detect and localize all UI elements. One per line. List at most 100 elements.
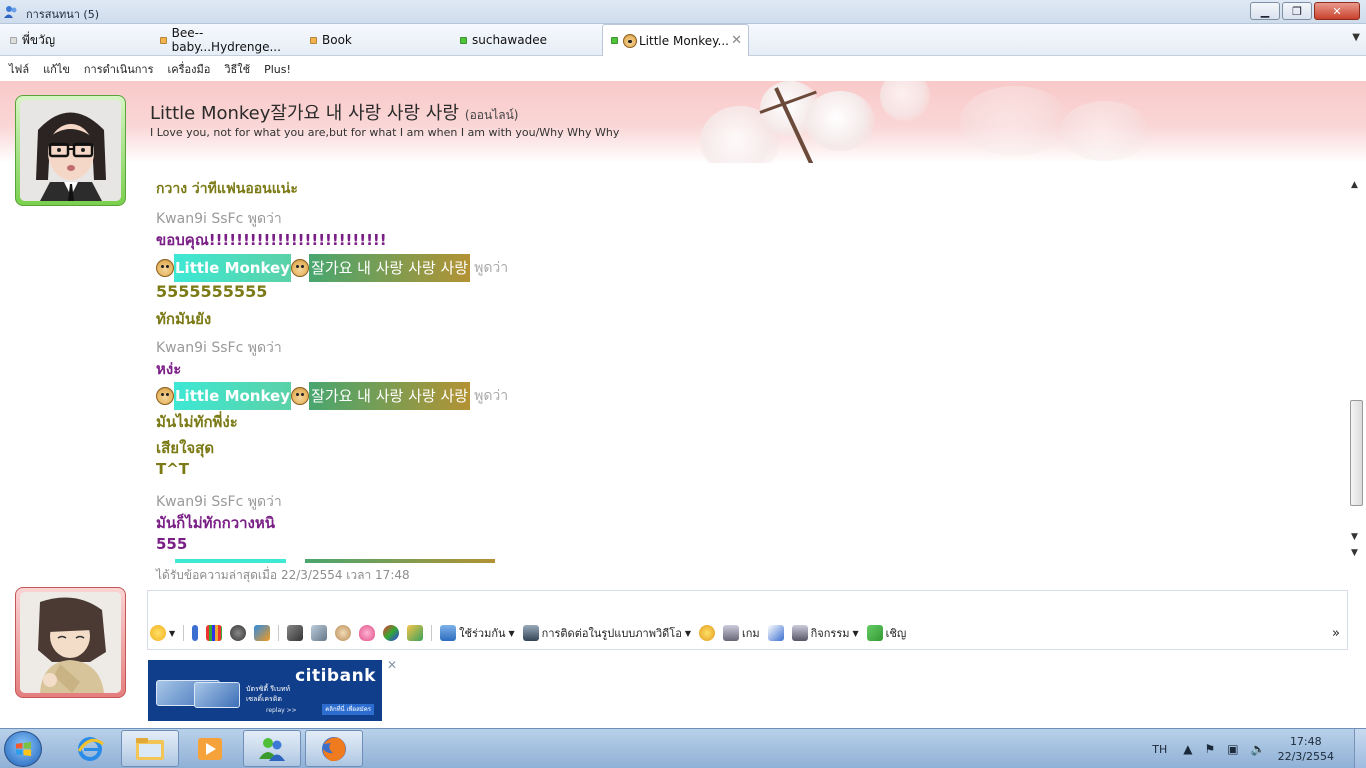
window-title: การสนทนา (5): [26, 8, 100, 21]
chevron-down-icon: ▼: [684, 628, 691, 638]
scroll-down-icon[interactable]: ▼: [1351, 532, 1358, 542]
tab-conversation-1[interactable]: พี่ขวัญ: [2, 24, 152, 56]
system-message: กวาง ว่าทีแฟนออนแน่ะ: [156, 181, 298, 197]
photo-share-icon[interactable]: [407, 625, 424, 641]
action-center-flag-icon[interactable]: ⚑: [1205, 742, 1216, 756]
message-text: มันไม่ทักพี่ง่ะ: [156, 413, 238, 431]
tab-conversation-4[interactable]: suchawadee: [452, 24, 602, 56]
games-label: เกม: [741, 627, 760, 640]
start-button[interactable]: [4, 731, 42, 767]
nickname-fragment: [305, 559, 495, 563]
chevron-down-icon: ▼: [852, 628, 859, 638]
messenger-taskbar-button[interactable]: [243, 730, 301, 767]
tab-conversation-5[interactable]: Little Monkey... ✕: [602, 24, 749, 56]
message-sender-nickname: Little Monkey 잘가요 내 사랑 사랑 사랑 พูดว่า: [156, 382, 508, 410]
conversation-toolbar: ▼ ใช้ร่วมกัน ▼ การติดต่อในรูปแบบภาพวิดีโอ…: [150, 620, 1346, 646]
status-icon: [310, 36, 317, 44]
show-hidden-icons-icon[interactable]: ▲: [1183, 742, 1192, 756]
menu-actions[interactable]: การดำเนินการ: [84, 60, 154, 78]
internet-explorer-icon: [77, 736, 104, 761]
tab-conversation-2[interactable]: Bee--baby...Hydrenge...: [152, 24, 302, 56]
menu-file[interactable]: ไฟล์: [9, 60, 29, 78]
toolbar-separator: [183, 625, 185, 641]
scroll-end-icon[interactable]: ▼: [1351, 548, 1358, 558]
handwriting-icon[interactable]: [287, 625, 304, 641]
scroll-thumb[interactable]: [1350, 400, 1363, 506]
minimize-button[interactable]: ▁: [1250, 2, 1280, 20]
share-menu[interactable]: ใช้ร่วมกัน ▼: [440, 624, 515, 642]
games-button[interactable]: เกม: [722, 624, 760, 642]
clock-time: 17:48: [1289, 735, 1322, 748]
conversation-tab-bar: พี่ขวัญ Bee--baby...Hydrenge... Book suc…: [0, 24, 1366, 56]
firefox-taskbar-button[interactable]: [305, 730, 363, 767]
windows-taskbar: TH ▲ ⚑ ▣ 🔈 17:48 22/3/2554: [0, 728, 1366, 768]
window-title-bar: การสนทนา (5) ▁ ❐ ✕: [0, 0, 1366, 24]
internet-explorer-taskbar-button[interactable]: [61, 730, 119, 767]
contact-name-line: Little Monkey잘가요 내 사랑 사랑 사랑 (ออนไลน์): [150, 99, 518, 125]
invite-button[interactable]: เชิญ: [866, 624, 906, 642]
activities-menu[interactable]: กิจกรรม ▼: [791, 624, 859, 642]
background-picker-icon[interactable]: [206, 625, 223, 641]
message-text: ขอบคุณ!!!!!!!!!!!!!!!!!!!!!!!!!!: [156, 231, 387, 249]
tab-conversation-3[interactable]: Book: [302, 24, 452, 56]
face-icon[interactable]: [335, 625, 352, 641]
winks-icon[interactable]: [254, 625, 271, 641]
tab-label: Bee--baby...Hydrenge...: [171, 26, 281, 54]
video-call-menu[interactable]: การติดต่อในรูปแบบภาพวิดีโอ ▼: [522, 624, 691, 642]
chat-scrollbar[interactable]: ▲ ▼ ▼: [1348, 176, 1364, 560]
media-player-taskbar-button[interactable]: [181, 730, 239, 767]
menu-help[interactable]: วิธีใช้: [224, 60, 250, 78]
menu-edit[interactable]: แก้ไข: [43, 60, 70, 78]
my-avatar[interactable]: [15, 587, 126, 698]
message-text: 5555555555: [156, 282, 268, 301]
nickname-part-a: Little Monkey: [174, 382, 292, 410]
share-label: ใช้ร่วมกัน: [459, 627, 506, 640]
ad-text: เซลดิ์เครดิต: [246, 695, 282, 703]
blossom-decoration: [880, 81, 930, 121]
fun-icon[interactable]: [383, 625, 400, 641]
advertisement-banner[interactable]: citibank บัตรซิตี้ รีเบทท์ เซลดิ์เครดิต …: [148, 660, 382, 721]
message-text: มันก็ไม่ทักกวางหนิ: [156, 514, 276, 532]
blossom-decoration: [1060, 101, 1150, 161]
volume-icon[interactable]: 🔈: [1251, 742, 1266, 756]
toolbar-more-icon[interactable]: »: [1332, 626, 1340, 641]
tab-close-icon[interactable]: ✕: [731, 33, 742, 48]
maximize-button[interactable]: ❐: [1282, 2, 1312, 20]
media-player-icon: [198, 737, 222, 760]
clock[interactable]: 17:48 22/3/2554: [1278, 734, 1334, 764]
menu-bar: ไฟล์ แก้ไข การดำเนินการ เครื่องมือ วิธีใ…: [0, 57, 1366, 81]
ad-close-icon[interactable]: ✕: [387, 658, 397, 672]
menu-tools[interactable]: เครื่องมือ: [167, 60, 210, 78]
clock-date: 22/3/2554: [1277, 750, 1334, 763]
emoticon-icon[interactable]: [698, 625, 715, 641]
tab-list-dropdown-icon[interactable]: ▼: [1352, 32, 1360, 43]
nudge-icon[interactable]: [192, 625, 199, 641]
blossom-decoration: [960, 86, 1070, 156]
gamepad-icon[interactable]: [311, 625, 328, 641]
ad-replay-link[interactable]: replay >>: [266, 707, 297, 714]
my-photo: [20, 592, 121, 693]
says-label: พูดว่า: [474, 388, 509, 404]
network-icon[interactable]: ▣: [1227, 742, 1238, 756]
contact-avatar[interactable]: [15, 95, 126, 206]
contact-banner: Little Monkey잘가요 내 사랑 사랑 사랑 (ออนไลน์) I L…: [0, 81, 1366, 163]
block-icon[interactable]: [767, 625, 784, 641]
status-icon: [160, 36, 167, 44]
menu-plus[interactable]: Plus!: [264, 63, 291, 76]
close-button[interactable]: ✕: [1314, 2, 1360, 20]
emoticon-picker[interactable]: ▼: [150, 625, 175, 641]
firefox-icon: [322, 736, 346, 761]
language-indicator[interactable]: TH: [1152, 743, 1167, 756]
message-sender-nickname: Little Monkey 잘가요 내 사랑 사랑 사랑 พูดว่า: [156, 254, 508, 282]
tab-label: พี่ขวัญ: [22, 32, 56, 47]
show-desktop-button[interactable]: [1354, 729, 1366, 768]
status-icon: [611, 37, 618, 44]
file-explorer-taskbar-button[interactable]: [121, 730, 179, 767]
puppy-emoticon-icon: [291, 259, 310, 277]
heart-icon[interactable]: [359, 625, 376, 641]
system-tray: TH ▲ ⚑ ▣ 🔈 17:48 22/3/2554: [1152, 729, 1366, 768]
ad-apply-button[interactable]: คลิกที่นี่ เพื่อสมัคร: [322, 704, 374, 715]
scroll-up-icon[interactable]: ▲: [1351, 180, 1358, 190]
puppy-emoticon-icon: [156, 387, 174, 405]
voice-clip-icon[interactable]: [230, 625, 247, 641]
